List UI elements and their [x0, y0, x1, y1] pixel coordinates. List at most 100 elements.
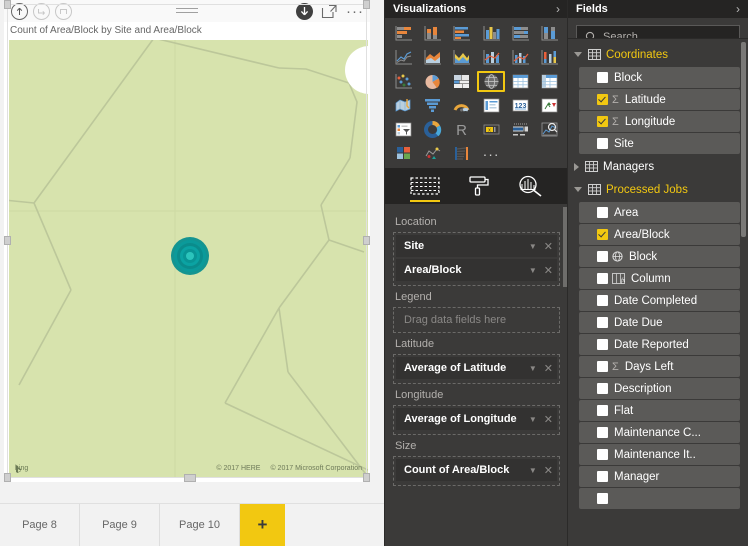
resize-handle-top-left[interactable] [4, 0, 11, 9]
viz-100-stacked-column-chart[interactable] [536, 23, 563, 44]
field-checkbox[interactable] [597, 471, 608, 482]
remove-field-icon[interactable]: ✕ [544, 240, 553, 253]
viz-100-stacked-bar-chart[interactable] [507, 23, 534, 44]
viz-map-visual[interactable] [477, 71, 505, 92]
viz-table-visual[interactable] [507, 71, 534, 92]
well-drop-latitude[interactable]: Average of Latitude ▼ ✕ [393, 354, 560, 384]
viz-tornado-chart-visual[interactable] [448, 143, 475, 164]
chevron-right-icon[interactable]: › [736, 2, 740, 16]
field-item-latitude[interactable]: Σ Latitude [579, 89, 740, 110]
viz-matrix-visual[interactable] [536, 71, 563, 92]
resize-handle-bottom-left[interactable] [4, 473, 11, 482]
viz-treemap-chart[interactable] [448, 71, 475, 92]
remove-field-icon[interactable]: ✕ [544, 362, 553, 375]
page-tab-10[interactable]: Page 10 [160, 504, 240, 546]
well-chip-count-area-block[interactable]: Count of Area/Block ▼ ✕ [396, 459, 557, 481]
field-item-flat[interactable]: Flat [579, 400, 740, 421]
viz-stacked-bar-chart[interactable] [390, 23, 417, 44]
viz-stacked-area-chart[interactable] [448, 47, 475, 68]
viz-power-kpi-matrix-visual[interactable] [390, 143, 417, 164]
expand-hierarchy-icon[interactable] [55, 3, 72, 20]
field-checkbox[interactable] [597, 229, 608, 240]
well-chip-site[interactable]: Site ▼ ✕ [396, 235, 557, 257]
field-item-date-completed[interactable]: Date Completed [579, 290, 740, 311]
viz-key-influencers-visual[interactable] [536, 119, 563, 140]
viz-scatter-chart[interactable] [390, 71, 417, 92]
field-item-description[interactable]: Description [579, 378, 740, 399]
viz-area-chart[interactable] [419, 47, 446, 68]
viz-funnel-chart[interactable] [419, 95, 446, 116]
well-drop-location[interactable]: Site ▼ ✕ Area/Block ▼ ✕ [393, 232, 560, 286]
field-checkbox[interactable] [597, 116, 608, 127]
field-item-block-2[interactable]: Block [579, 246, 740, 267]
viz-pie-chart[interactable] [419, 71, 446, 92]
report-canvas[interactable]: ··· Count of Area/Block by Site and Area… [0, 0, 385, 546]
viz-slicer-visual[interactable] [390, 119, 417, 140]
field-item-date-due[interactable]: Date Due [579, 312, 740, 333]
chevron-down-icon[interactable] [574, 52, 582, 57]
viz-bullet-chart-visual[interactable] [507, 119, 534, 140]
format-tab[interactable] [466, 168, 490, 204]
fields-list-scrollbar[interactable] [741, 42, 746, 237]
resize-handle-bottom-center[interactable] [184, 474, 196, 482]
well-drop-legend[interactable]: Drag data fields here [393, 307, 560, 333]
field-table-managers[interactable]: Managers [571, 155, 740, 178]
field-table-coordinates[interactable]: Coordinates [571, 43, 740, 66]
field-checkbox[interactable] [597, 72, 608, 83]
viz-line-chart[interactable] [390, 47, 417, 68]
well-chip-area-block[interactable]: Area/Block ▼ ✕ [396, 259, 557, 281]
viz-kpi-visual[interactable] [536, 95, 563, 116]
download-circle-icon[interactable] [296, 3, 313, 20]
viz-gauge-chart[interactable] [448, 95, 475, 116]
chevron-down-icon[interactable]: ▼ [529, 242, 537, 251]
analytics-tab[interactable] [517, 168, 543, 204]
field-item-partial[interactable] [579, 488, 740, 509]
field-checkbox[interactable] [597, 251, 608, 262]
remove-field-icon[interactable]: ✕ [544, 464, 553, 477]
viz-clustered-bar-chart[interactable] [448, 23, 475, 44]
field-checkbox[interactable] [597, 383, 608, 394]
viz-stacked-column-chart[interactable] [419, 23, 446, 44]
page-tab-8[interactable]: Page 8 [0, 504, 80, 546]
chevron-down-icon[interactable]: ▼ [529, 364, 537, 373]
field-checkbox[interactable] [597, 207, 608, 218]
field-item-area-block[interactable]: Area/Block [579, 224, 740, 245]
fields-tab[interactable] [410, 168, 441, 204]
drill-up-arrow-icon[interactable] [11, 3, 28, 20]
page-tab-9[interactable]: Page 9 [80, 504, 160, 546]
well-chip-avg-latitude[interactable]: Average of Latitude ▼ ✕ [396, 357, 557, 379]
remove-field-icon[interactable]: ✕ [544, 413, 553, 426]
field-item-maintenance-it[interactable]: Maintenance It.. [579, 444, 740, 465]
field-checkbox[interactable] [597, 427, 608, 438]
chevron-down-icon[interactable]: ▼ [529, 466, 537, 475]
field-item-area[interactable]: Area [579, 202, 740, 223]
field-item-block[interactable]: Block [579, 67, 740, 88]
map-visual-container[interactable]: ··· Count of Area/Block by Site and Area… [4, 0, 370, 482]
viz-r-script-visual[interactable]: R [448, 119, 475, 140]
resize-handle-middle-right[interactable] [363, 236, 370, 245]
well-drop-longitude[interactable]: Average of Longitude ▼ ✕ [393, 405, 560, 435]
chevron-down-icon[interactable] [574, 187, 582, 192]
viz-filled-map-visual[interactable] [390, 95, 417, 116]
field-checkbox[interactable] [597, 295, 608, 306]
well-drop-size[interactable]: Count of Area/Block ▼ ✕ [393, 456, 560, 486]
viz-card-visual[interactable]: 123 [507, 95, 534, 116]
viz-line-stacked-column-chart[interactable] [477, 47, 504, 68]
field-item-date-reported[interactable]: Date Reported [579, 334, 740, 355]
viz-donut-chart[interactable] [419, 119, 446, 140]
field-checkbox[interactable] [597, 94, 608, 105]
focus-mode-icon[interactable] [321, 4, 338, 19]
field-item-column[interactable]: fx Column [579, 268, 740, 289]
field-checkbox[interactable] [597, 317, 608, 328]
viz-multi-row-card[interactable] [477, 95, 504, 116]
resize-handle-bottom-right[interactable] [363, 473, 370, 482]
add-page-button[interactable]: + [240, 504, 285, 546]
chevron-right-icon[interactable]: › [556, 2, 560, 16]
viz-clustered-column-chart[interactable] [477, 23, 504, 44]
more-options-ellipsis-icon[interactable]: ··· [346, 4, 364, 19]
field-checkbox[interactable] [597, 493, 608, 504]
field-checkbox[interactable] [597, 339, 608, 350]
field-checkbox[interactable] [597, 449, 608, 460]
field-checkbox[interactable] [597, 361, 608, 372]
field-item-manager[interactable]: Manager [579, 466, 740, 487]
